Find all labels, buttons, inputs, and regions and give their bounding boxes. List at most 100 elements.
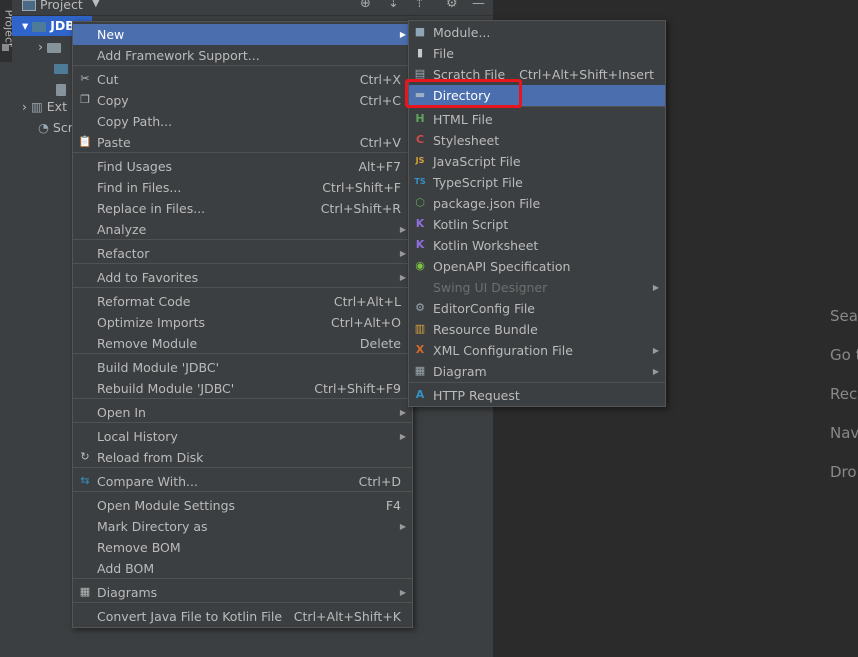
tree-row[interactable] (12, 79, 70, 99)
new-menu-item-swing-ui-designer[interactable]: Swing UI Designer ▶ (409, 277, 665, 298)
xml-file-icon: X (415, 343, 425, 356)
menu-item-label: Optimize Imports (97, 315, 206, 330)
new-menu-item-resource-bundle[interactable]: ▥ Resource Bundle (409, 319, 665, 340)
expand-arrow-icon[interactable]: ▾ (22, 18, 32, 33)
menu-item-shortcut: Ctrl+Alt+Shift+Insert (519, 67, 654, 82)
new-menu-item-package-json-file[interactable]: ⬡ package.json File (409, 193, 665, 214)
menu-item-label: Add to Favorites (97, 270, 199, 285)
menu-item-add-to-favorites[interactable]: Add to Favorites ▶ (73, 267, 412, 288)
menu-item-paste[interactable]: 📋 Paste Ctrl+V (73, 132, 412, 153)
menu-item-rebuild-module-jdbc[interactable]: Rebuild Module 'JDBC' Ctrl+Shift+F9 (73, 378, 412, 399)
menu-item-replace-in-files[interactable]: Replace in Files... Ctrl+Shift+R (73, 198, 412, 219)
new-menu-item-stylesheet[interactable]: C Stylesheet (409, 130, 665, 151)
submenu-arrow-icon: ▶ (652, 367, 659, 376)
menu-item-label: Rebuild Module 'JDBC' (97, 381, 235, 396)
new-menu-item-http-request[interactable]: A HTTP Request (409, 385, 665, 406)
menu-item-analyze[interactable]: Analyze ▶ (73, 219, 412, 240)
chevron-down-icon[interactable]: ▼ (92, 0, 100, 9)
menu-item-label: Resource Bundle (433, 322, 538, 337)
menu-item-label: Find in Files... (97, 180, 182, 195)
menu-item-label: Analyze (97, 222, 147, 237)
menu-item-label: Copy Path... (97, 114, 173, 129)
new-menu-item-diagram[interactable]: ▦ Diagram ▶ (409, 361, 665, 382)
context-menu: New ▶ Add Framework Support... ✂ Cut Ctrl+X ❐ C… (72, 21, 413, 628)
menu-item-label: Swing UI Designer (433, 280, 548, 295)
tree-row[interactable]: › (12, 37, 65, 57)
menu-item-label: HTML File (433, 112, 493, 127)
new-menu-item-editorconfig-file[interactable]: ⚙ EditorConfig File (409, 298, 665, 319)
menu-item-label: Local History (97, 429, 178, 444)
menu-item-label: Add Framework Support... (97, 48, 260, 63)
chevron-right-icon[interactable]: › (38, 39, 47, 54)
new-menu-item-javascript-file[interactable]: JS JavaScript File (409, 151, 665, 172)
menu-item-open-module-settings[interactable]: Open Module Settings F4 (73, 495, 412, 516)
menu-item-remove-module[interactable]: Remove Module Delete (73, 333, 412, 354)
compare-icon: ⇆ (80, 474, 90, 487)
new-menu-item-kotlin-script[interactable]: K Kotlin Script (409, 214, 665, 235)
menu-item-new[interactable]: New ▶ (73, 24, 412, 45)
menu-item-label: Build Module 'JDBC' (97, 360, 220, 375)
menu-item-mark-directory-as[interactable]: Mark Directory as ▶ (73, 516, 412, 537)
menu-item-add-bom[interactable]: Add BOM (73, 558, 412, 579)
editor-hint: Sea (830, 307, 858, 325)
menu-item-label: Convert Java File to Kotlin File (97, 609, 283, 624)
locate-icon[interactable]: ⊕ (360, 0, 371, 11)
menu-item-convert-java-file-to-kotlin-file[interactable]: Convert Java File to Kotlin File Ctrl+Alt… (73, 606, 412, 627)
project-tool-tab[interactable]: Project (0, 0, 15, 62)
new-menu-item-kotlin-worksheet[interactable]: K Kotlin Worksheet (409, 235, 665, 256)
menu-item-label: JavaScript File (433, 154, 521, 169)
tree-row-scratches[interactable]: ◔ Scr (12, 118, 73, 138)
new-menu-item-typescript-file[interactable]: TS TypeScript File (409, 172, 665, 193)
menu-item-remove-bom[interactable]: Remove BOM (73, 537, 412, 558)
tree-row[interactable] (12, 58, 72, 78)
menu-item-add-framework-support[interactable]: Add Framework Support... (73, 45, 412, 66)
menu-item-reload-from-disk[interactable]: ↻ Reload from Disk (73, 447, 412, 468)
menu-item-shortcut: Ctrl+V (359, 135, 401, 150)
project-panel-title[interactable]: Project (40, 0, 83, 12)
menu-item-label: Reload from Disk (97, 450, 204, 465)
html-file-icon: H (415, 112, 425, 125)
new-menu-item-module[interactable]: ■ Module... (409, 22, 665, 43)
gear-icon[interactable]: ⚙ (446, 0, 458, 11)
menu-item-shortcut: Delete (359, 336, 401, 351)
module-folder-icon (32, 21, 47, 32)
menu-item-label: XML Configuration File (433, 343, 573, 358)
submenu-arrow-icon: ▶ (399, 408, 406, 417)
kotlin-icon: K (415, 238, 425, 251)
submenu-arrow-icon: ▶ (652, 346, 659, 355)
css-file-icon: C (415, 133, 425, 146)
menu-item-reformat-code[interactable]: Reformat Code Ctrl+Alt+L (73, 291, 412, 312)
project-panel-header: Project ▼ ⊕ ⇣ ⇡ ⚙ — (12, 0, 493, 16)
new-menu-item-openapi-specification[interactable]: ◉ OpenAPI Specification (409, 256, 665, 277)
menu-item-refactor[interactable]: Refactor ▶ (73, 243, 412, 264)
menu-item-shortcut: F4 (385, 498, 401, 513)
tree-row-label: Scr (52, 120, 73, 135)
submenu-arrow-icon: ▶ (399, 249, 406, 258)
new-menu-item-html-file[interactable]: H HTML File (409, 109, 665, 130)
collapse-all-icon[interactable]: ⇡ (414, 0, 425, 11)
expand-all-icon[interactable]: ⇣ (388, 0, 399, 11)
menu-item-copy-path[interactable]: Copy Path... (73, 111, 412, 132)
reload-icon: ↻ (80, 450, 90, 463)
menu-item-optimize-imports[interactable]: Optimize Imports Ctrl+Alt+O (73, 312, 412, 333)
tree-row-external-libraries[interactable]: › ▥ Ext (12, 97, 67, 117)
menu-item-open-in[interactable]: Open In ▶ (73, 402, 412, 423)
submenu-arrow-icon: ▶ (399, 273, 406, 282)
menu-item-build-module-jdbc[interactable]: Build Module 'JDBC' (73, 357, 412, 378)
menu-item-diagrams[interactable]: ▦ Diagrams ▶ (73, 582, 412, 603)
new-menu-item-file[interactable]: ▮ File (409, 43, 665, 64)
new-menu-item-xml-configuration-file[interactable]: X XML Configuration File ▶ (409, 340, 665, 361)
menu-item-find-in-files[interactable]: Find in Files... Ctrl+Shift+F (73, 177, 412, 198)
menu-item-label: TypeScript File (433, 175, 523, 190)
menu-item-compare-with[interactable]: ⇆ Compare With... Ctrl+D (73, 471, 412, 492)
menu-item-copy[interactable]: ❐ Copy Ctrl+C (73, 90, 412, 111)
chevron-right-icon[interactable]: › (22, 99, 31, 114)
menu-item-find-usages[interactable]: Find Usages Alt+F7 (73, 156, 412, 177)
menu-item-cut[interactable]: ✂ Cut Ctrl+X (73, 69, 412, 90)
menu-item-label: File (433, 46, 454, 61)
menu-item-local-history[interactable]: Local History ▶ (73, 426, 412, 447)
minimize-icon[interactable]: — (472, 0, 485, 11)
paste-icon: 📋 (78, 135, 92, 148)
diagram-icon: ▦ (414, 364, 426, 377)
menu-item-label: HTTP Request (433, 388, 520, 403)
